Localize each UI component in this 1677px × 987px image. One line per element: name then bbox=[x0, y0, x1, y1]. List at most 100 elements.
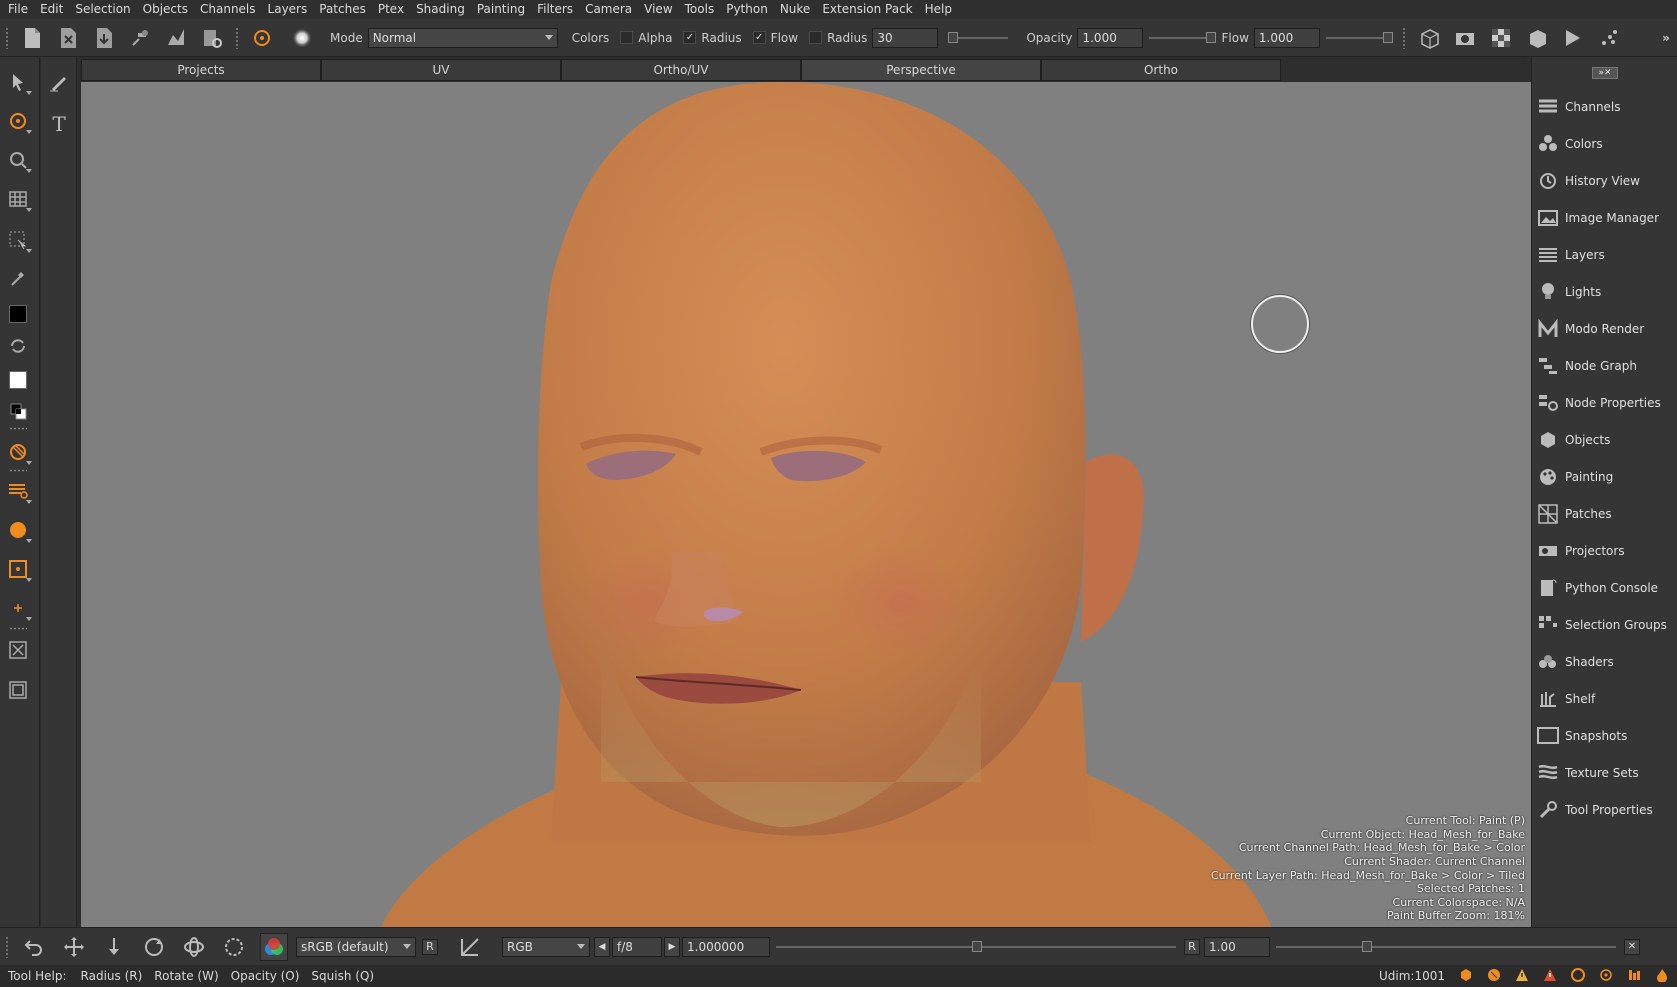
fstop-increment-button[interactable]: ▶ bbox=[664, 936, 680, 957]
menu-shading[interactable]: Shading bbox=[410, 0, 471, 19]
sidebar-item-tool-properties[interactable]: Tool Properties bbox=[1537, 794, 1677, 826]
pin-tool-icon[interactable] bbox=[128, 26, 152, 50]
radius-slider[interactable] bbox=[948, 31, 1009, 43]
opacity-slider[interactable] bbox=[1149, 31, 1217, 43]
status-flame-icon[interactable] bbox=[1655, 968, 1669, 985]
bake-buffer-icon[interactable] bbox=[0, 673, 36, 707]
status-warning-icon[interactable] bbox=[1515, 968, 1529, 985]
brush-preview-icon[interactable] bbox=[290, 26, 314, 50]
bottom-grip-icon[interactable] bbox=[5, 935, 9, 958]
sidebar-item-painting[interactable]: Painting bbox=[1537, 461, 1677, 493]
flow-checkbox[interactable]: ✓ bbox=[752, 31, 766, 44]
menu-python[interactable]: Python bbox=[720, 0, 774, 19]
menu-tools[interactable]: Tools bbox=[679, 0, 721, 19]
exposure-icon[interactable] bbox=[456, 933, 484, 961]
sidebar-item-projectors[interactable]: Projectors bbox=[1537, 535, 1677, 567]
gain-field[interactable]: 1.000000 bbox=[682, 936, 770, 957]
bottom-close-button[interactable]: ✕ bbox=[1624, 938, 1640, 955]
tab-perspective[interactable]: Perspective bbox=[801, 59, 1041, 81]
status-warning-icon-2[interactable] bbox=[1543, 968, 1557, 985]
rotate-icon[interactable] bbox=[140, 933, 168, 961]
menu-view[interactable]: View bbox=[638, 0, 678, 19]
fstop-decrement-button[interactable]: ◀ bbox=[594, 936, 610, 957]
paint-tool-icon[interactable] bbox=[0, 104, 36, 138]
status-memory-icon[interactable] bbox=[1627, 968, 1641, 985]
wireframe-cube-icon[interactable] bbox=[1417, 26, 1441, 50]
fstop-field[interactable]: f/8 bbox=[612, 936, 662, 957]
save-file-icon[interactable] bbox=[92, 26, 116, 50]
render-flag-icon[interactable] bbox=[1561, 26, 1585, 50]
text-tool-icon[interactable]: T bbox=[41, 107, 77, 141]
drop-down-arrow-icon[interactable] bbox=[100, 933, 128, 961]
tab-uv[interactable]: UV bbox=[321, 59, 561, 81]
scatter-icon[interactable] bbox=[1597, 26, 1621, 50]
clear-buffer-icon[interactable] bbox=[0, 633, 36, 667]
sidebar-item-modo-render[interactable]: Modo Render bbox=[1537, 313, 1677, 345]
gamma-field[interactable]: 1.00 bbox=[1204, 936, 1270, 957]
new-file-icon[interactable] bbox=[20, 26, 44, 50]
menu-file[interactable]: File bbox=[2, 0, 34, 19]
sidebar-item-texture-sets[interactable]: Texture Sets bbox=[1537, 757, 1677, 789]
color-channels-icon[interactable] bbox=[260, 932, 288, 961]
panel-collapse-icon[interactable]: »✕ bbox=[1592, 67, 1618, 79]
menu-extension-pack[interactable]: Extension Pack bbox=[816, 0, 918, 19]
toolbar-grip-icon-3[interactable] bbox=[1401, 26, 1406, 49]
status-brush-icon[interactable] bbox=[1487, 968, 1501, 985]
sidebar-item-patches[interactable]: Patches bbox=[1537, 498, 1677, 530]
flow-field[interactable]: 1.000 bbox=[1253, 27, 1320, 48]
checker-icon[interactable] bbox=[1489, 26, 1513, 50]
swap-colors-icon[interactable] bbox=[0, 329, 36, 363]
toolbar-overflow-icon[interactable]: » bbox=[1659, 26, 1673, 50]
menu-selection[interactable]: Selection bbox=[69, 0, 136, 19]
channel-dropdown[interactable]: RGB bbox=[502, 936, 590, 957]
menu-layers[interactable]: Layers bbox=[262, 0, 314, 19]
tab-ortho[interactable]: Ortho bbox=[1041, 59, 1281, 81]
camera-mask-icon[interactable] bbox=[1453, 26, 1477, 50]
transform-tool-icon[interactable] bbox=[164, 26, 188, 50]
sidebar-item-lights[interactable]: Lights bbox=[1537, 276, 1677, 308]
toolbar-grip-icon-2[interactable] bbox=[235, 26, 239, 49]
perspective-viewport[interactable]: Current Tool: Paint (P) Current Object: … bbox=[81, 82, 1531, 927]
tab-ortho-uv[interactable]: Ortho/UV bbox=[561, 59, 801, 81]
bake-mode-icon[interactable] bbox=[0, 552, 36, 586]
undo-icon[interactable] bbox=[20, 933, 48, 961]
blend-mode-dropdown[interactable]: Normal bbox=[367, 27, 558, 48]
menu-help[interactable]: Help bbox=[919, 0, 958, 19]
lasso-paint-icon[interactable] bbox=[0, 435, 36, 469]
paint-through-icon[interactable] bbox=[0, 474, 36, 508]
radius-checkbox[interactable]: ✓ bbox=[683, 31, 697, 44]
sidebar-item-shaders[interactable]: Shaders bbox=[1537, 646, 1677, 678]
sidebar-item-objects[interactable]: Objects bbox=[1537, 424, 1677, 456]
tab-projects[interactable]: Projects bbox=[81, 59, 321, 81]
menu-edit[interactable]: Edit bbox=[34, 0, 69, 19]
solid-cube-icon[interactable] bbox=[1525, 26, 1549, 50]
colorspace-reset-button[interactable]: R bbox=[422, 938, 438, 955]
close-file-icon[interactable] bbox=[56, 26, 80, 50]
move-icon[interactable] bbox=[60, 933, 88, 961]
menu-channels[interactable]: Channels bbox=[194, 0, 262, 19]
sidebar-item-selection-groups[interactable]: Selection Groups bbox=[1537, 609, 1677, 641]
eyedropper-icon[interactable] bbox=[0, 261, 36, 295]
sidebar-item-history-view[interactable]: History View bbox=[1537, 165, 1677, 197]
flow-slider[interactable] bbox=[1325, 31, 1393, 43]
gamma-slider[interactable] bbox=[1276, 940, 1616, 952]
pen-tool-icon[interactable] bbox=[41, 65, 77, 99]
orbit-icon[interactable] bbox=[180, 933, 208, 961]
default-colors-icon[interactable] bbox=[0, 394, 36, 428]
sidebar-item-image-manager[interactable]: Image Manager bbox=[1537, 202, 1677, 234]
gain-slider[interactable] bbox=[776, 940, 1176, 952]
menu-filters[interactable]: Filters bbox=[531, 0, 579, 19]
cursor-crosshair-icon[interactable] bbox=[0, 591, 36, 625]
menu-ptex[interactable]: Ptex bbox=[372, 0, 410, 19]
foreground-color-swatch[interactable] bbox=[0, 297, 36, 331]
status-hex-icon[interactable] bbox=[1459, 968, 1473, 985]
sidebar-item-layers[interactable]: Layers bbox=[1537, 239, 1677, 271]
lasso-select-icon[interactable] bbox=[220, 933, 248, 961]
sidebar-item-python-console[interactable]: Python Console bbox=[1537, 572, 1677, 604]
menu-painting[interactable]: Painting bbox=[471, 0, 531, 19]
sidebar-item-shelf[interactable]: Shelf bbox=[1537, 683, 1677, 715]
grid-tool-icon[interactable] bbox=[0, 182, 36, 216]
radius-pressure-checkbox[interactable] bbox=[809, 31, 823, 44]
sidebar-item-node-graph[interactable]: Node Graph bbox=[1537, 350, 1677, 382]
radius-field[interactable]: 30 bbox=[872, 27, 939, 48]
